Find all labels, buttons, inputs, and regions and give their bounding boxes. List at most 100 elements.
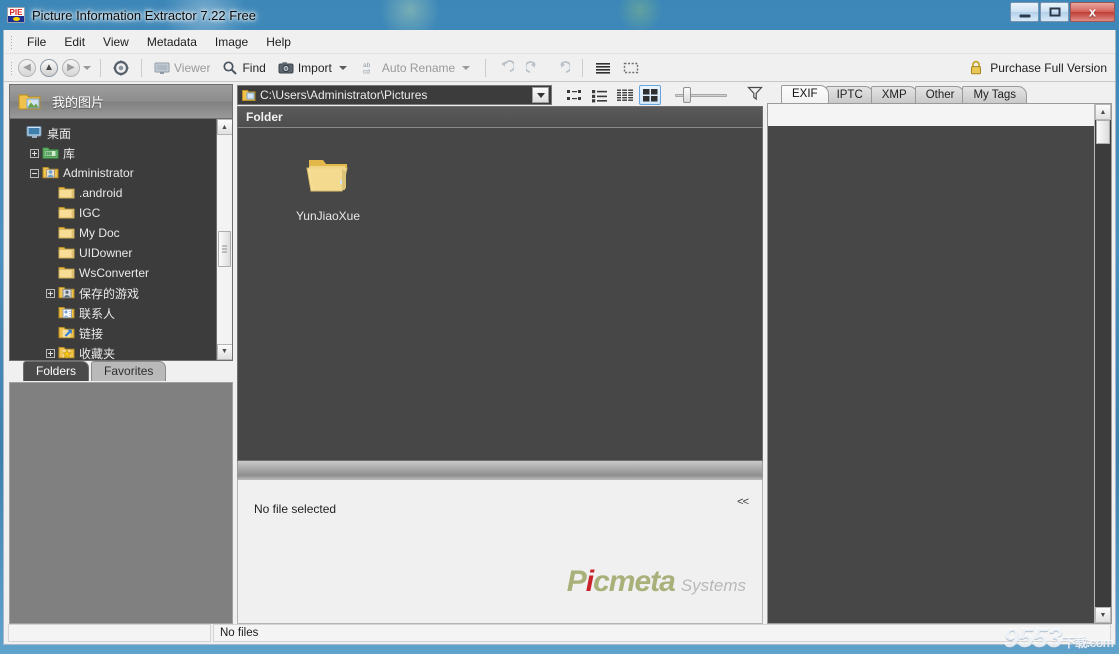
picmeta-brand-text: Picmeta bbox=[567, 567, 675, 597]
open-folder-icon bbox=[242, 88, 256, 102]
pictures-folder-icon bbox=[18, 90, 42, 114]
expand-plus-icon[interactable] bbox=[30, 149, 39, 158]
menu-edit[interactable]: Edit bbox=[55, 32, 94, 52]
tree-item[interactable]: 链接 bbox=[10, 323, 216, 343]
metadata-scroll-down-arrow-icon[interactable]: ▼ bbox=[1095, 607, 1111, 623]
left-panel-tabs: Folders Favorites bbox=[9, 361, 233, 381]
tree-item[interactable]: Administrator bbox=[10, 163, 216, 183]
menu-grip-handle[interactable] bbox=[10, 35, 13, 49]
purchase-full-version-link[interactable]: Purchase Full Version bbox=[969, 60, 1107, 76]
history-chevron-down-icon[interactable] bbox=[83, 66, 91, 70]
info-splitter[interactable] bbox=[237, 461, 763, 479]
viewer-button[interactable]: Viewer bbox=[148, 57, 216, 79]
minimize-button[interactable] bbox=[1010, 2, 1039, 22]
metadata-scroll-up-arrow-icon[interactable]: ▲ bbox=[1095, 104, 1111, 120]
links-icon bbox=[58, 325, 74, 341]
address-dropdown-button[interactable] bbox=[532, 87, 549, 103]
rename-abc-icon: ab cd bbox=[362, 60, 378, 76]
tree-item[interactable]: 保存的游戏 bbox=[10, 283, 216, 303]
tree-scroll-track[interactable] bbox=[217, 135, 233, 344]
thumbnail-size-slider[interactable] bbox=[675, 85, 727, 105]
expand-plus-icon[interactable] bbox=[46, 289, 55, 298]
up-button[interactable]: ▲ bbox=[40, 59, 58, 77]
select-region-button[interactable] bbox=[617, 57, 645, 79]
view-mode-buttons bbox=[564, 85, 661, 105]
title-bar: PIE Picture Information Extractor 7.22 F… bbox=[0, 0, 1119, 30]
filter-button[interactable] bbox=[747, 85, 763, 106]
back-button[interactable]: ◀ bbox=[18, 59, 36, 77]
import-button[interactable]: Import bbox=[272, 57, 356, 79]
tree-item-label: 库 bbox=[63, 145, 75, 162]
tree-item[interactable]: My Doc bbox=[10, 223, 216, 243]
left-panel-empty-area bbox=[9, 382, 233, 625]
tab-favorites[interactable]: Favorites bbox=[91, 361, 166, 381]
metadata-tab-exif[interactable]: EXIF bbox=[781, 85, 829, 103]
maximize-button[interactable] bbox=[1040, 2, 1069, 22]
toolbar-grip-handle[interactable] bbox=[10, 61, 13, 75]
collapse-minus-icon[interactable] bbox=[30, 169, 39, 178]
auto-rename-button[interactable]: ab cd Auto Rename bbox=[356, 57, 479, 79]
address-path: C:\Users\Administrator\Pictures bbox=[260, 88, 532, 102]
menu-bar: File Edit View Metadata Image Help bbox=[4, 30, 1115, 54]
forward-button[interactable]: ▶ bbox=[62, 59, 80, 77]
settings-button[interactable] bbox=[107, 57, 135, 79]
close-button[interactable]: x bbox=[1070, 2, 1115, 22]
rotate-left-button[interactable] bbox=[520, 57, 548, 79]
view-tiles-button[interactable] bbox=[564, 85, 586, 105]
metadata-empty-area bbox=[768, 126, 1094, 623]
tree-item[interactable]: UIDowner bbox=[10, 243, 216, 263]
import-chevron-down-icon[interactable] bbox=[339, 66, 347, 70]
main-toolbar: ◀ ▲ ▶ bbox=[4, 54, 1115, 82]
tree-item-label: WsConverter bbox=[79, 266, 149, 280]
address-bar[interactable]: C:\Users\Administrator\Pictures bbox=[237, 85, 552, 105]
scroll-down-arrow-icon[interactable]: ▼ bbox=[217, 344, 233, 360]
collapse-panel-button[interactable]: << bbox=[737, 496, 748, 508]
tree-scroll-thumb[interactable] bbox=[218, 231, 231, 267]
batch-button[interactable] bbox=[589, 57, 617, 79]
tree-item[interactable]: .android bbox=[10, 183, 216, 203]
tree-item[interactable]: 桌面 bbox=[10, 123, 216, 143]
desktop-icon bbox=[26, 125, 42, 141]
slider-knob[interactable] bbox=[683, 87, 691, 103]
menu-image[interactable]: Image bbox=[206, 32, 257, 52]
folder-tree[interactable]: 桌面库 Administrator .androidIGCMy DocUIDowne… bbox=[10, 119, 216, 360]
metadata-body: ▲ ▼ bbox=[767, 103, 1112, 624]
tree-item[interactable]: 收藏夹 bbox=[10, 343, 216, 360]
status-cell-left bbox=[8, 624, 211, 642]
tree-item-label: Administrator bbox=[63, 166, 134, 180]
view-details-button[interactable] bbox=[614, 85, 636, 105]
undo-button[interactable] bbox=[492, 57, 520, 79]
tree-item[interactable]: 库 bbox=[10, 143, 216, 163]
tree-item[interactable]: WsConverter bbox=[10, 263, 216, 283]
metadata-tab-other[interactable]: Other bbox=[915, 86, 966, 103]
metadata-scroll-thumb[interactable] bbox=[1096, 120, 1110, 144]
tree-scrollbar[interactable]: ▲ ▼ bbox=[216, 119, 232, 360]
rotate-right-button[interactable] bbox=[548, 57, 576, 79]
folder-item-label: YunJiaoXue bbox=[296, 209, 360, 223]
rotate-right-icon bbox=[554, 60, 570, 76]
tree-item[interactable]: IGC bbox=[10, 203, 216, 223]
tree-item[interactable]: 联系人 bbox=[10, 303, 216, 323]
toolbar-separator-2 bbox=[141, 59, 142, 77]
scroll-up-arrow-icon[interactable]: ▲ bbox=[217, 119, 233, 135]
main-content: 我的图片 桌面库Administrator.androidIGCMy DocUI… bbox=[4, 82, 1115, 624]
folder-item[interactable]: YunJiaoXue bbox=[278, 154, 378, 223]
metadata-tab-iptc[interactable]: IPTC bbox=[826, 86, 874, 103]
metadata-tab-my-tags[interactable]: My Tags bbox=[962, 86, 1027, 103]
view-list-button[interactable] bbox=[589, 85, 611, 105]
tab-folders[interactable]: Folders bbox=[23, 361, 89, 381]
view-thumbnails-button[interactable] bbox=[639, 85, 661, 105]
folder-icon bbox=[58, 225, 74, 241]
thumbnail-area[interactable]: YunJiaoXue bbox=[237, 128, 763, 461]
metadata-tab-xmp[interactable]: XMP bbox=[871, 86, 918, 103]
auto-rename-chevron-down-icon[interactable] bbox=[462, 66, 470, 70]
find-button[interactable]: Find bbox=[216, 57, 271, 79]
metadata-scrollbar[interactable]: ▲ ▼ bbox=[1094, 104, 1111, 623]
menu-metadata[interactable]: Metadata bbox=[138, 32, 206, 52]
menu-file[interactable]: File bbox=[18, 32, 55, 52]
folder-icon bbox=[305, 154, 351, 203]
metadata-scroll-track[interactable] bbox=[1095, 120, 1111, 607]
menu-view[interactable]: View bbox=[94, 32, 138, 52]
menu-help[interactable]: Help bbox=[257, 32, 300, 52]
expand-plus-icon[interactable] bbox=[46, 349, 55, 358]
